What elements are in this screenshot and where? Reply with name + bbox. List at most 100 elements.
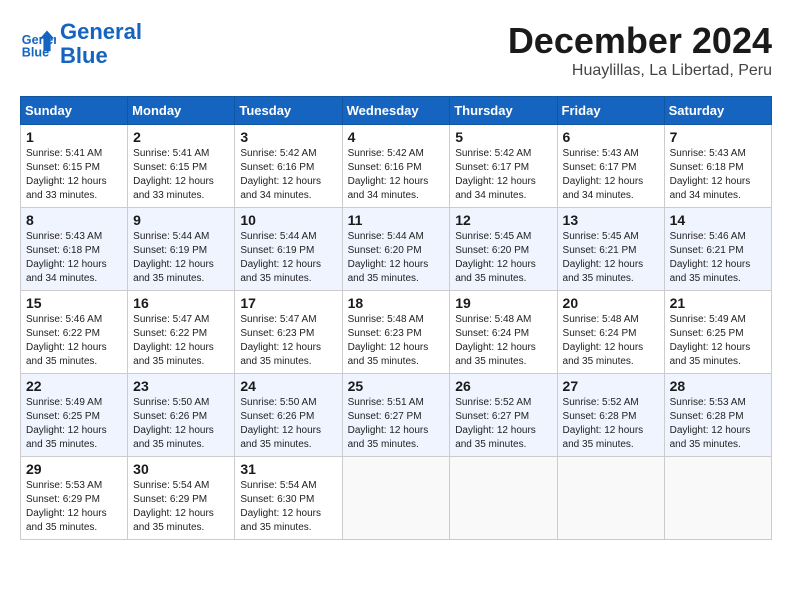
day-info: Sunrise: 5:53 AMSunset: 6:28 PMDaylight:… [670, 396, 766, 452]
day-info: Sunrise: 5:54 AMSunset: 6:30 PMDaylight:… [240, 479, 336, 535]
logo-text: GeneralBlue [60, 20, 142, 68]
day-number: 23 [133, 378, 229, 394]
day-number: 14 [670, 212, 766, 228]
calendar-cell [664, 457, 771, 540]
day-info: Sunrise: 5:53 AMSunset: 6:29 PMDaylight:… [26, 479, 122, 535]
day-number: 29 [26, 461, 122, 477]
day-info: Sunrise: 5:47 AMSunset: 6:22 PMDaylight:… [133, 313, 229, 369]
day-info: Sunrise: 5:46 AMSunset: 6:21 PMDaylight:… [670, 230, 766, 286]
day-number: 6 [563, 129, 659, 145]
title-area: December 2024 Huaylillas, La Libertad, P… [508, 20, 772, 80]
day-number: 19 [455, 295, 551, 311]
calendar-cell: 17 Sunrise: 5:47 AMSunset: 6:23 PMDayligh… [235, 291, 342, 374]
day-info: Sunrise: 5:52 AMSunset: 6:28 PMDaylight:… [563, 396, 659, 452]
day-info: Sunrise: 5:49 AMSunset: 6:25 PMDaylight:… [26, 396, 122, 452]
day-number: 28 [670, 378, 766, 394]
day-number: 16 [133, 295, 229, 311]
day-number: 13 [563, 212, 659, 228]
day-number: 1 [26, 129, 122, 145]
calendar-cell: 10 Sunrise: 5:44 AMSunset: 6:19 PMDayligh… [235, 208, 342, 291]
calendar-cell: 2Sunrise: 5:41 AMSunset: 6:15 PMDaylight… [128, 125, 235, 208]
location-title: Huaylillas, La Libertad, Peru [508, 62, 772, 80]
weekday-header-row: SundayMondayTuesdayWednesdayThursdayFrid… [21, 97, 772, 125]
day-number: 27 [563, 378, 659, 394]
calendar-cell: 4 Sunrise: 5:42 AMSunset: 6:16 PMDaylight… [342, 125, 450, 208]
calendar-cell: 29 Sunrise: 5:53 AMSunset: 6:29 PMDayligh… [21, 457, 128, 540]
calendar-cell [342, 457, 450, 540]
day-info: Sunrise: 5:51 AMSunset: 6:27 PMDaylight:… [348, 396, 445, 452]
day-number: 26 [455, 378, 551, 394]
calendar-cell: 7 Sunrise: 5:43 AMSunset: 6:18 PMDaylight… [664, 125, 771, 208]
calendar-cell [557, 457, 664, 540]
calendar-cell: 3 Sunrise: 5:42 AMSunset: 6:16 PMDaylight… [235, 125, 342, 208]
calendar-cell: 27 Sunrise: 5:52 AMSunset: 6:28 PMDayligh… [557, 374, 664, 457]
calendar-cell: 28 Sunrise: 5:53 AMSunset: 6:28 PMDayligh… [664, 374, 771, 457]
logo-icon: General Blue [20, 26, 56, 62]
weekday-header-friday: Friday [557, 97, 664, 125]
day-number: 3 [240, 129, 336, 145]
day-info: Sunrise: 5:43 AMSunset: 6:18 PMDaylight:… [670, 147, 766, 203]
day-number: 25 [348, 378, 445, 394]
calendar-cell: 30Sunrise: 5:54 AMSunset: 6:29 PMDayligh… [128, 457, 235, 540]
day-number: 22 [26, 378, 122, 394]
weekday-header-sunday: Sunday [21, 97, 128, 125]
calendar-cell: 26 Sunrise: 5:52 AMSunset: 6:27 PMDayligh… [450, 374, 557, 457]
calendar-cell: 8 Sunrise: 5:43 AMSunset: 6:18 PMDaylight… [21, 208, 128, 291]
day-info: Sunrise: 5:52 AMSunset: 6:27 PMDaylight:… [455, 396, 551, 452]
calendar-week-row: 22 Sunrise: 5:49 AMSunset: 6:25 PMDayligh… [21, 374, 772, 457]
day-number: 15 [26, 295, 122, 311]
weekday-header-monday: Monday [128, 97, 235, 125]
calendar-cell: 25 Sunrise: 5:51 AMSunset: 6:27 PMDayligh… [342, 374, 450, 457]
calendar-cell: 24Sunrise: 5:50 AMSunset: 6:26 PMDayligh… [235, 374, 342, 457]
month-title: December 2024 [508, 20, 772, 62]
day-info: Sunrise: 5:42 AMSunset: 6:16 PMDaylight:… [240, 147, 336, 203]
day-info: Sunrise: 5:43 AMSunset: 6:17 PMDaylight:… [563, 147, 659, 203]
calendar-week-row: 29 Sunrise: 5:53 AMSunset: 6:29 PMDayligh… [21, 457, 772, 540]
calendar-cell: 16 Sunrise: 5:47 AMSunset: 6:22 PMDayligh… [128, 291, 235, 374]
day-info: Sunrise: 5:48 AMSunset: 6:24 PMDaylight:… [563, 313, 659, 369]
calendar-week-row: 1 Sunrise: 5:41 AMSunset: 6:15 PMDaylight… [21, 125, 772, 208]
day-number: 7 [670, 129, 766, 145]
calendar-cell: 14 Sunrise: 5:46 AMSunset: 6:21 PMDayligh… [664, 208, 771, 291]
calendar-cell: 9Sunrise: 5:44 AMSunset: 6:19 PMDaylight… [128, 208, 235, 291]
day-info: Sunrise: 5:47 AMSunset: 6:23 PMDaylight:… [240, 313, 336, 369]
day-number: 10 [240, 212, 336, 228]
calendar-cell: 22 Sunrise: 5:49 AMSunset: 6:25 PMDayligh… [21, 374, 128, 457]
calendar-cell: 20Sunrise: 5:48 AMSunset: 6:24 PMDayligh… [557, 291, 664, 374]
day-info: Sunrise: 5:50 AMSunset: 6:26 PMDaylight:… [133, 396, 229, 452]
day-number: 21 [670, 295, 766, 311]
calendar-cell: 5Sunrise: 5:42 AMSunset: 6:17 PMDaylight… [450, 125, 557, 208]
calendar-cell: 6 Sunrise: 5:43 AMSunset: 6:17 PMDaylight… [557, 125, 664, 208]
calendar-cell: 31 Sunrise: 5:54 AMSunset: 6:30 PMDayligh… [235, 457, 342, 540]
day-info: Sunrise: 5:46 AMSunset: 6:22 PMDaylight:… [26, 313, 122, 369]
day-info: Sunrise: 5:43 AMSunset: 6:18 PMDaylight:… [26, 230, 122, 286]
weekday-header-wednesday: Wednesday [342, 97, 450, 125]
calendar-cell: 15 Sunrise: 5:46 AMSunset: 6:22 PMDayligh… [21, 291, 128, 374]
calendar-cell: 18Sunrise: 5:48 AMSunset: 6:23 PMDayligh… [342, 291, 450, 374]
day-number: 12 [455, 212, 551, 228]
weekday-header-saturday: Saturday [664, 97, 771, 125]
logo: General Blue GeneralBlue [20, 20, 142, 68]
day-info: Sunrise: 5:48 AMSunset: 6:24 PMDaylight:… [455, 313, 551, 369]
day-info: Sunrise: 5:42 AMSunset: 6:16 PMDaylight:… [348, 147, 445, 203]
day-number: 17 [240, 295, 336, 311]
day-info: Sunrise: 5:48 AMSunset: 6:23 PMDaylight:… [348, 313, 445, 369]
calendar-cell: 21Sunrise: 5:49 AMSunset: 6:25 PMDayligh… [664, 291, 771, 374]
day-info: Sunrise: 5:44 AMSunset: 6:19 PMDaylight:… [240, 230, 336, 286]
day-number: 5 [455, 129, 551, 145]
calendar-cell: 13 Sunrise: 5:45 AMSunset: 6:21 PMDayligh… [557, 208, 664, 291]
calendar-cell: 11Sunrise: 5:44 AMSunset: 6:20 PMDayligh… [342, 208, 450, 291]
calendar-cell: 23 Sunrise: 5:50 AMSunset: 6:26 PMDayligh… [128, 374, 235, 457]
day-info: Sunrise: 5:44 AMSunset: 6:19 PMDaylight:… [133, 230, 229, 286]
day-info: Sunrise: 5:44 AMSunset: 6:20 PMDaylight:… [348, 230, 445, 286]
day-info: Sunrise: 5:45 AMSunset: 6:21 PMDaylight:… [563, 230, 659, 286]
day-info: Sunrise: 5:45 AMSunset: 6:20 PMDaylight:… [455, 230, 551, 286]
day-number: 30 [133, 461, 229, 477]
weekday-header-thursday: Thursday [450, 97, 557, 125]
header: General Blue GeneralBlue December 2024 H… [20, 20, 772, 80]
day-number: 4 [348, 129, 445, 145]
day-number: 8 [26, 212, 122, 228]
day-info: Sunrise: 5:41 AMSunset: 6:15 PMDaylight:… [26, 147, 122, 203]
weekday-header-tuesday: Tuesday [235, 97, 342, 125]
day-number: 31 [240, 461, 336, 477]
